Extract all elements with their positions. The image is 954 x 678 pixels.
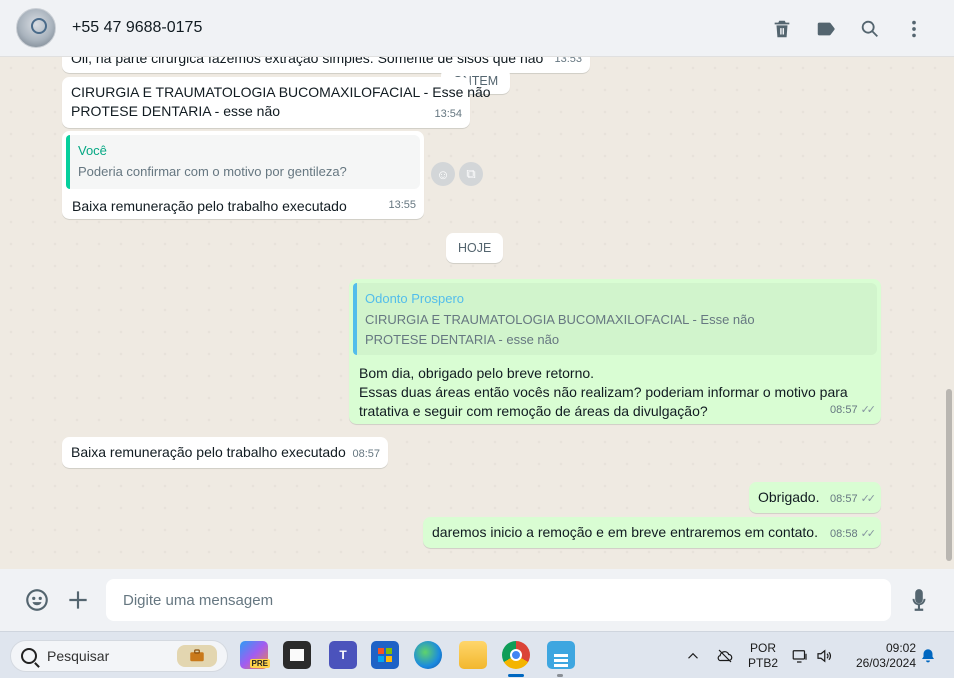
message-input[interactable] xyxy=(106,579,891,621)
message-time: 08:58 ✓✓ xyxy=(830,525,877,544)
emoji-react-icon[interactable]: ☺ xyxy=(431,162,455,186)
display-icon[interactable] xyxy=(790,646,810,666)
forward-icon[interactable]: ⧉ xyxy=(459,162,483,186)
message-time: 13:53 xyxy=(554,57,582,65)
store-icon[interactable] xyxy=(371,641,399,669)
message-text: Oii, na parte cirurgica fazemos extração… xyxy=(71,57,544,66)
search-icon[interactable] xyxy=(848,14,892,44)
contact-name[interactable]: +55 47 9688-0175 xyxy=(72,19,202,37)
terminal-icon[interactable] xyxy=(283,641,311,669)
file-explorer-icon[interactable] xyxy=(459,641,487,669)
message-line: tratativa e seguir com remoção de áreas … xyxy=(359,403,708,419)
quote-line: CIRURGIA E TRAUMATOLOGIA BUCOMAXILOFACIA… xyxy=(365,312,755,327)
message-time: 08:57 xyxy=(352,448,380,460)
date-divider: HOJE xyxy=(446,233,504,263)
delete-icon[interactable] xyxy=(760,14,804,44)
input-language[interactable]: POR PTB2 xyxy=(746,641,780,671)
read-check-icon: ✓✓ xyxy=(860,404,877,416)
notification-bell-icon[interactable] xyxy=(918,646,938,666)
contact-avatar[interactable] xyxy=(16,8,56,48)
briefcase-icon xyxy=(177,645,217,667)
volume-icon[interactable] xyxy=(814,646,834,666)
message-time: 13:54 xyxy=(434,108,462,120)
quote-author: Você xyxy=(78,143,107,158)
quote-line: PROTESE DENTARIA - esse não xyxy=(365,332,560,347)
chat-header: +55 47 9688-0175 xyxy=(0,0,954,57)
network-off-icon[interactable] xyxy=(715,646,735,666)
quote-text: Poderia confirmar com o motivo por genti… xyxy=(78,164,347,179)
message-text: Obrigado. xyxy=(758,489,820,505)
open-app-indicator xyxy=(557,674,563,677)
clock[interactable]: 09:02 26/03/2024 xyxy=(846,641,916,671)
message-incoming[interactable]: Oii, na parte cirurgica fazemos extração… xyxy=(62,57,590,73)
quoted-message[interactable]: Você Poderia confirmar com o motivo por … xyxy=(66,135,420,189)
chat-scrollbar[interactable] xyxy=(946,389,952,561)
notepad-icon[interactable] xyxy=(547,641,575,669)
message-incoming[interactable]: Você Poderia confirmar com o motivo por … xyxy=(62,131,424,219)
emoji-icon[interactable] xyxy=(22,585,52,615)
message-text: Baixa remuneração pelo trabalho executad… xyxy=(71,444,346,460)
message-outgoing[interactable]: Obrigado. 08:57 ✓✓ xyxy=(749,482,881,513)
edge-icon[interactable] xyxy=(414,641,442,669)
active-app-indicator xyxy=(508,674,524,677)
message-time: 13:55 xyxy=(388,199,416,211)
read-check-icon: ✓✓ xyxy=(860,493,877,505)
menu-icon[interactable] xyxy=(892,14,936,44)
label-icon[interactable] xyxy=(804,14,848,44)
windows-taskbar: Pesquisar PRE T POR PTB2 09:02 26/03/202… xyxy=(0,631,954,678)
composer-bar xyxy=(0,569,954,631)
message-outgoing[interactable]: Odonto Prospero CIRURGIA E TRAUMATOLOGIA… xyxy=(349,279,881,424)
message-time: 08:57 ✓✓ xyxy=(830,401,877,420)
message-text: daremos inicio a remoção e em breve entr… xyxy=(432,524,818,540)
header-actions xyxy=(760,14,936,44)
message-line: PROTESE DENTARIA - esse não xyxy=(71,103,281,119)
attach-plus-icon[interactable] xyxy=(63,585,93,615)
message-incoming[interactable]: CIRURGIA E TRAUMATOLOGIA BUCOMAXILOFACIA… xyxy=(62,77,491,128)
message-line: Bom dia, obrigado pelo breve retorno. xyxy=(359,365,595,381)
chrome-icon[interactable] xyxy=(502,641,530,669)
message-line: Essas duas áreas então vocês não realiza… xyxy=(359,384,848,400)
read-check-icon: ✓✓ xyxy=(860,528,877,540)
taskbar-search-label: Pesquisar xyxy=(47,648,110,664)
chat-area[interactable]: Oii, na parte cirurgica fazemos extração… xyxy=(0,57,954,569)
microphone-icon[interactable] xyxy=(904,585,934,615)
message-line: CIRURGIA E TRAUMATOLOGIA BUCOMAXILOFACIA… xyxy=(71,84,491,100)
message-incoming[interactable]: Baixa remuneração pelo trabalho executad… xyxy=(62,437,388,468)
search-icon xyxy=(21,648,37,664)
message-time: 08:57 ✓✓ xyxy=(830,490,877,509)
message-body: Bom dia, obrigado pelo breve retorno. Es… xyxy=(353,355,877,421)
quoted-message[interactable]: Odonto Prospero CIRURGIA E TRAUMATOLOGIA… xyxy=(353,283,877,355)
teams-icon[interactable]: T xyxy=(329,641,357,669)
taskbar-search[interactable]: Pesquisar xyxy=(10,640,228,672)
chevron-up-icon[interactable] xyxy=(683,646,703,666)
message-text: Baixa remuneração pelo trabalho executad… xyxy=(72,198,347,214)
quote-author: Odonto Prospero xyxy=(365,291,465,306)
copilot-icon[interactable]: PRE xyxy=(240,641,270,669)
message-outgoing[interactable]: daremos inicio a remoção e em breve entr… xyxy=(423,517,881,548)
